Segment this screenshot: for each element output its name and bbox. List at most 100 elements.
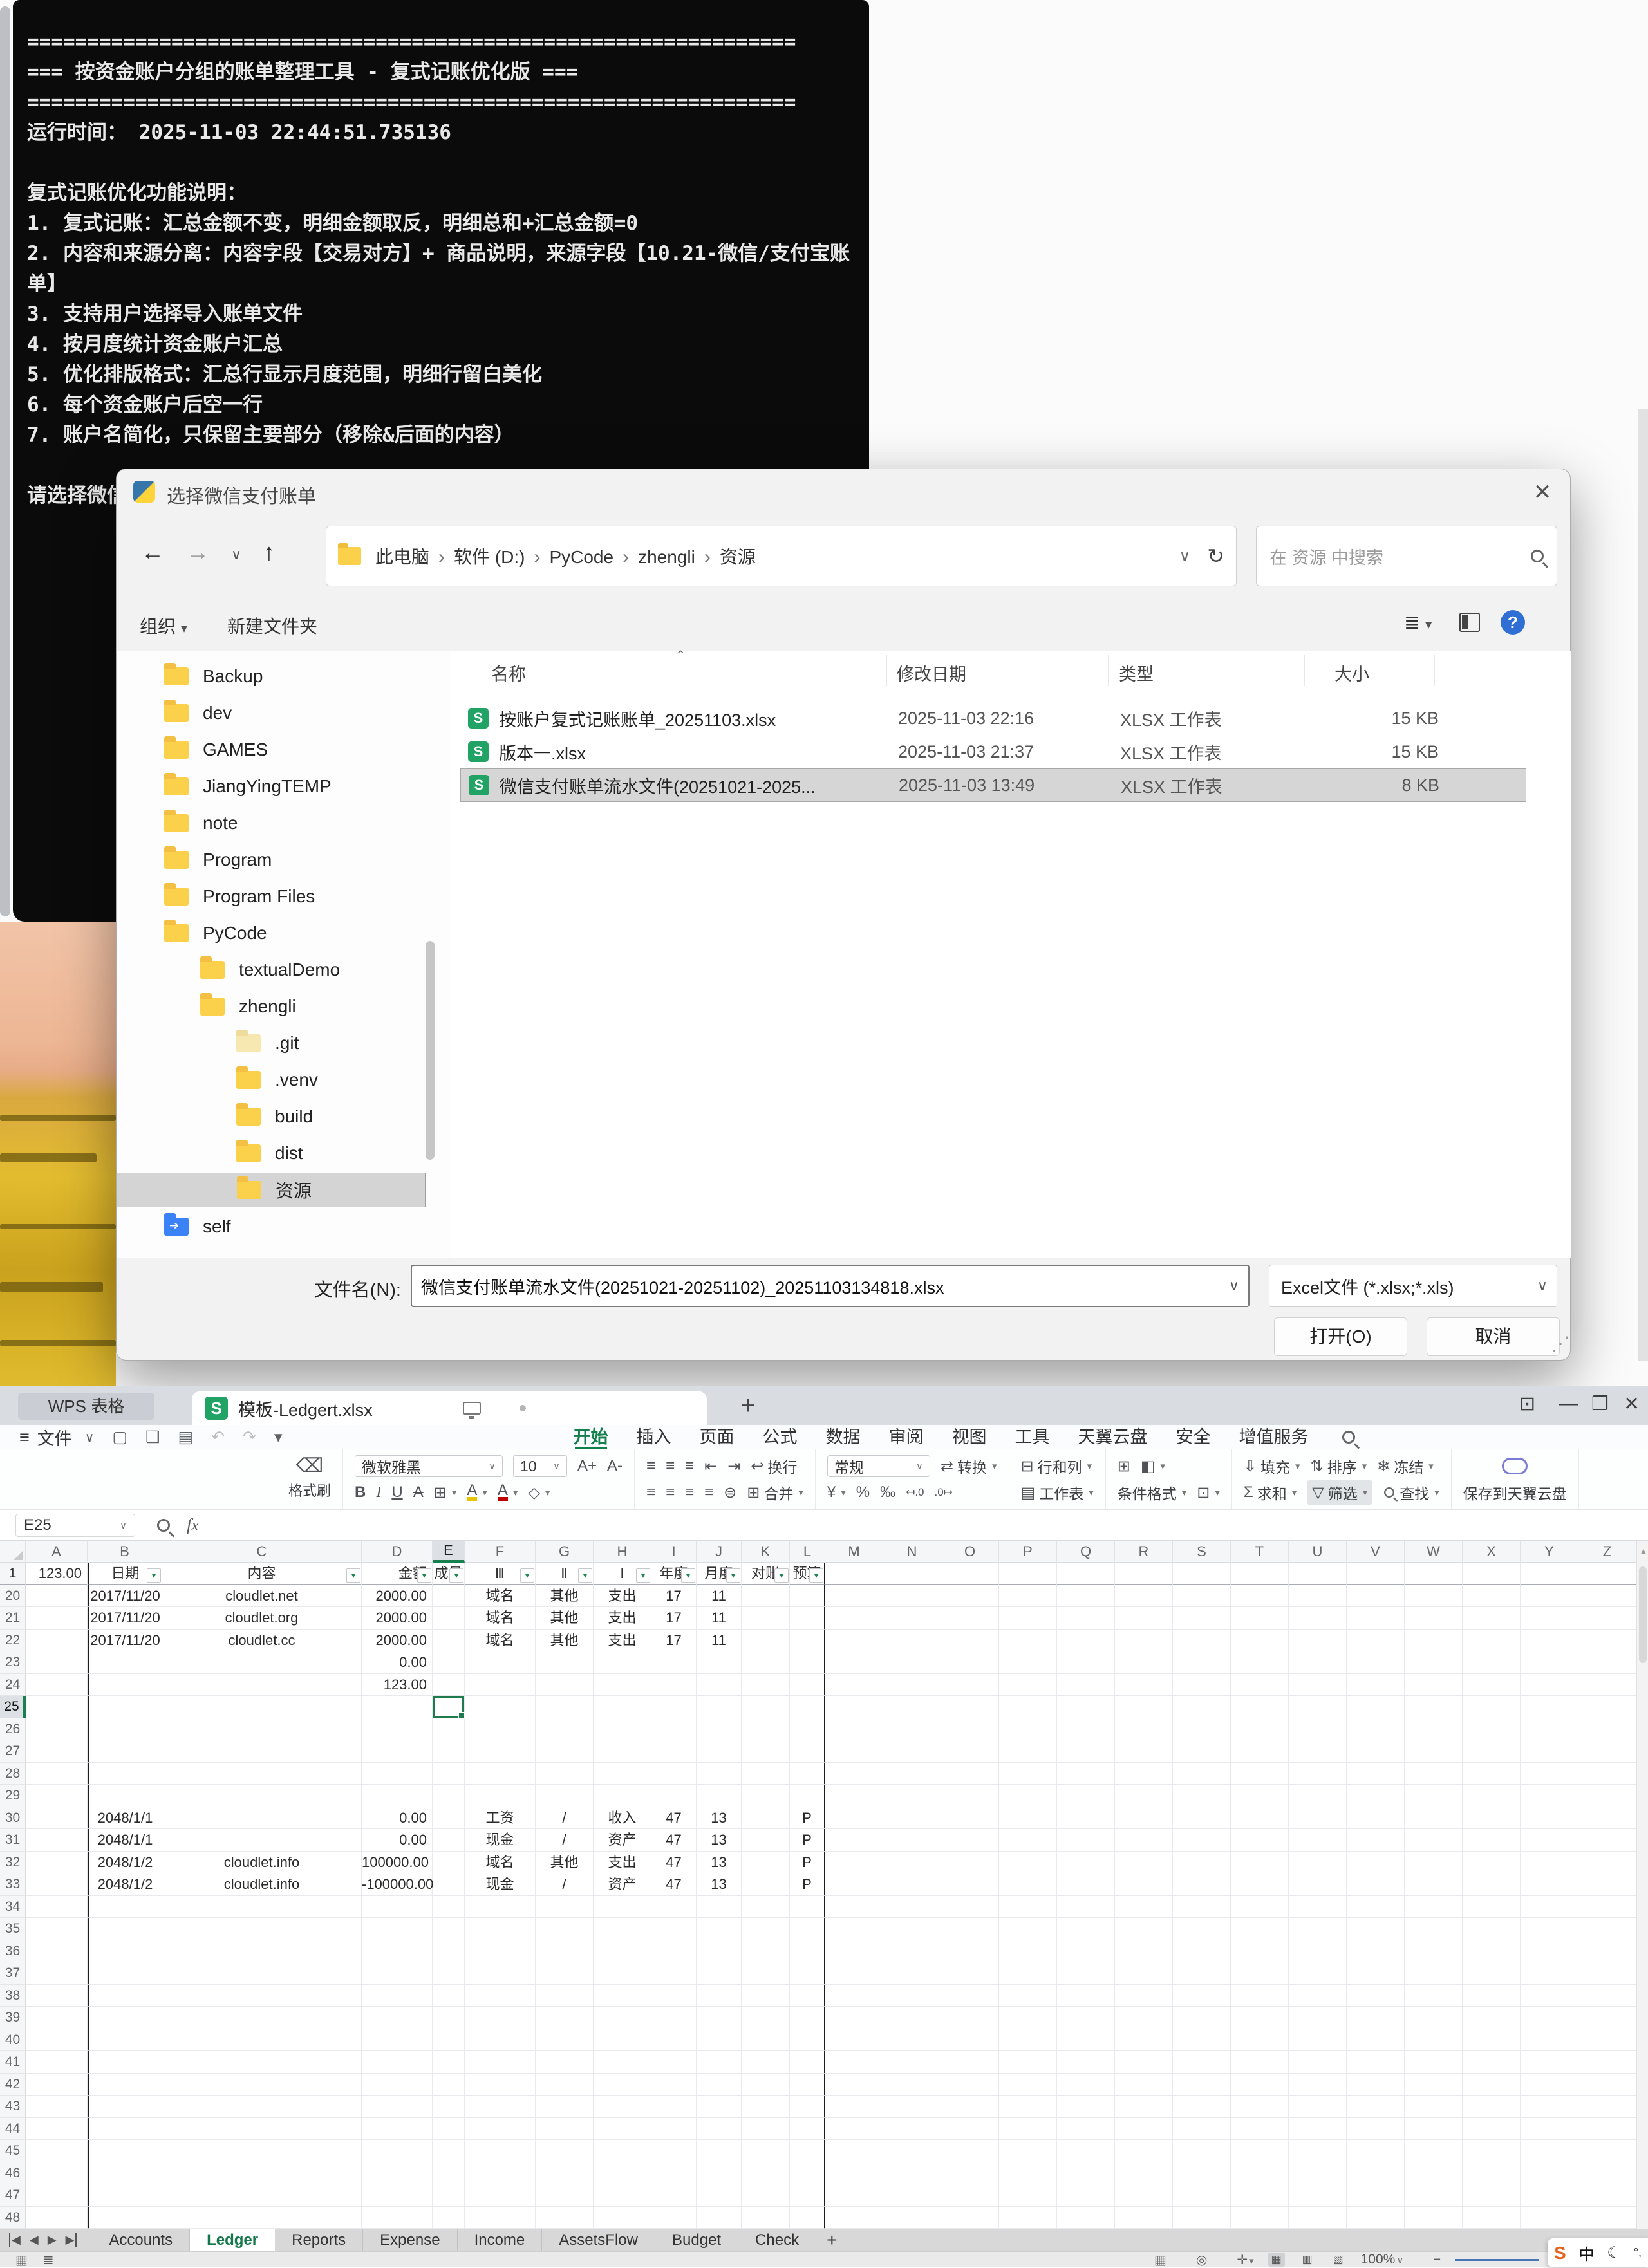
grid-cell[interactable] — [26, 1896, 88, 1919]
grid-cell[interactable] — [1347, 1651, 1405, 1674]
grid-cell[interactable] — [1115, 1962, 1173, 1985]
grid-cell[interactable] — [1289, 1985, 1347, 2007]
grid-cell[interactable] — [825, 1607, 883, 1630]
grid-cell[interactable] — [742, 2051, 790, 2074]
grid-cell[interactable] — [1347, 2162, 1405, 2185]
grid-cell[interactable] — [742, 1785, 790, 1807]
name-box[interactable]: E25∨ — [15, 1514, 135, 1537]
grid-cell[interactable] — [1231, 1763, 1289, 1785]
grid-cell[interactable]: 域名 — [465, 1585, 536, 1608]
view-options-icon[interactable]: ≣▾ — [1404, 611, 1432, 634]
select-all-corner[interactable] — [0, 1541, 26, 1563]
save-icon[interactable]: ▢ — [112, 1427, 127, 1447]
grid-cell[interactable] — [1289, 1873, 1347, 1896]
grid-cell[interactable] — [1115, 2184, 1173, 2207]
grid-cell[interactable] — [1231, 1807, 1289, 1830]
column-header[interactable]: T — [1231, 1541, 1289, 1563]
grid-cell[interactable] — [1289, 2140, 1347, 2162]
grid-cell[interactable] — [651, 2007, 697, 2029]
moon-icon[interactable]: ☾ — [1607, 2244, 1621, 2262]
grid-cell[interactable] — [1578, 2051, 1636, 2074]
grid-cell[interactable] — [536, 1763, 594, 1785]
column-header[interactable]: H — [594, 1541, 651, 1563]
grid-cell[interactable]: P — [790, 1829, 825, 1852]
tree-item-textualDemo[interactable]: textualDemo — [117, 953, 426, 987]
row-header[interactable]: 38 — [0, 1985, 26, 2007]
grid-cell[interactable] — [883, 1873, 941, 1896]
grid-cell[interactable] — [941, 2118, 999, 2141]
grid-cell[interactable] — [790, 2140, 825, 2162]
grid-cell[interactable] — [790, 2007, 825, 2029]
underline-icon[interactable]: U — [391, 1483, 402, 1501]
grid-cell[interactable] — [1231, 2096, 1289, 2118]
grid-cell[interactable] — [1578, 2007, 1636, 2029]
grid-cell[interactable] — [999, 1651, 1057, 1674]
merge-cells-button[interactable]: ⊞合并▾ — [747, 1482, 803, 1503]
grid-cell[interactable] — [1115, 1940, 1173, 1963]
terminal-scrollbar[interactable] — [0, 6, 10, 916]
eye-icon[interactable]: ◎ — [1196, 2252, 1207, 2268]
grid-cell[interactable] — [1463, 1918, 1521, 1940]
grid-cell[interactable] — [1173, 2007, 1231, 2029]
grid-cell[interactable] — [697, 1940, 742, 1963]
sheet-tab-Ledger[interactable]: Ledger — [190, 2229, 275, 2251]
grid-cell[interactable]: 2017/11/20 — [88, 1585, 162, 1608]
grid-cell[interactable] — [1463, 1785, 1521, 1807]
grid-cell[interactable]: 年度▾ — [651, 1563, 697, 1585]
align-left-icon[interactable]: ≡ — [646, 1483, 655, 1501]
grid-cell[interactable] — [162, 2207, 362, 2229]
grid-cell[interactable] — [594, 2140, 651, 2162]
grid-cell[interactable] — [1173, 1607, 1231, 1630]
grid-cell[interactable] — [742, 1674, 790, 1696]
find-button[interactable]: 查找▾ — [1383, 1482, 1439, 1503]
grid-cell[interactable] — [1173, 2207, 1231, 2229]
grid-cell[interactable] — [26, 2118, 88, 2141]
grid-cell[interactable] — [362, 2074, 433, 2096]
grid-cell[interactable] — [1463, 1740, 1521, 1763]
grid-cell[interactable] — [1057, 1630, 1115, 1652]
grid-cell[interactable] — [433, 1585, 465, 1608]
grid-cell[interactable] — [433, 2074, 465, 2096]
grid-cell[interactable] — [1521, 1940, 1578, 1963]
column-header[interactable]: Q — [1057, 1541, 1115, 1563]
grid-cell[interactable] — [742, 1807, 790, 1830]
tab-工具[interactable]: 工具 — [1001, 1425, 1064, 1449]
grid-cell[interactable] — [742, 1585, 790, 1608]
view-break-icon[interactable]: ▧ — [1330, 2253, 1347, 2267]
grid-cell[interactable] — [433, 1696, 465, 1718]
grid-cell[interactable] — [1231, 1563, 1289, 1585]
grid-cell[interactable]: 域名 — [465, 1607, 536, 1630]
column-header[interactable]: X — [1463, 1541, 1521, 1563]
grid-cell[interactable] — [1578, 1918, 1636, 1940]
grid-cell[interactable] — [825, 1852, 883, 1874]
grid-cell[interactable] — [1289, 1651, 1347, 1674]
grid-cell[interactable] — [825, 1740, 883, 1763]
grid-cell[interactable] — [742, 1630, 790, 1652]
grid-cell[interactable] — [1578, 1630, 1636, 1652]
grid-cell[interactable] — [825, 1763, 883, 1785]
column-header[interactable]: F — [465, 1541, 536, 1563]
grid-cell[interactable] — [465, 2184, 536, 2207]
grid-cell[interactable] — [1231, 1985, 1289, 2007]
grid-cell[interactable] — [1578, 1852, 1636, 1874]
grid-cell[interactable] — [1289, 1563, 1347, 1585]
grid-cell[interactable] — [1463, 2051, 1521, 2074]
grid-cell[interactable] — [26, 2140, 88, 2162]
grid-cell[interactable] — [1231, 2184, 1289, 2207]
grid-cell[interactable] — [1405, 1807, 1463, 1830]
view-normal-icon[interactable]: ▦ — [1268, 2253, 1285, 2267]
new-folder-button[interactable]: 新建文件夹 — [227, 613, 317, 638]
grid-cell[interactable] — [1521, 2207, 1578, 2229]
grid-cell[interactable] — [362, 1718, 433, 1741]
grid-cell[interactable] — [1231, 1674, 1289, 1696]
fill-button[interactable]: ⇩填充▾ — [1244, 1455, 1300, 1477]
grid-cell[interactable] — [999, 1785, 1057, 1807]
grid-cell[interactable] — [1057, 1873, 1115, 1896]
grid-cell[interactable] — [742, 1962, 790, 1985]
grid-cell[interactable] — [1115, 2096, 1173, 2118]
grid-cell[interactable]: 2000.00 — [362, 1585, 433, 1608]
grid-cell[interactable] — [999, 1674, 1057, 1696]
grid-cell[interactable] — [742, 1607, 790, 1630]
grid-cell[interactable] — [536, 1985, 594, 2007]
grid-cell[interactable] — [1578, 1563, 1636, 1585]
